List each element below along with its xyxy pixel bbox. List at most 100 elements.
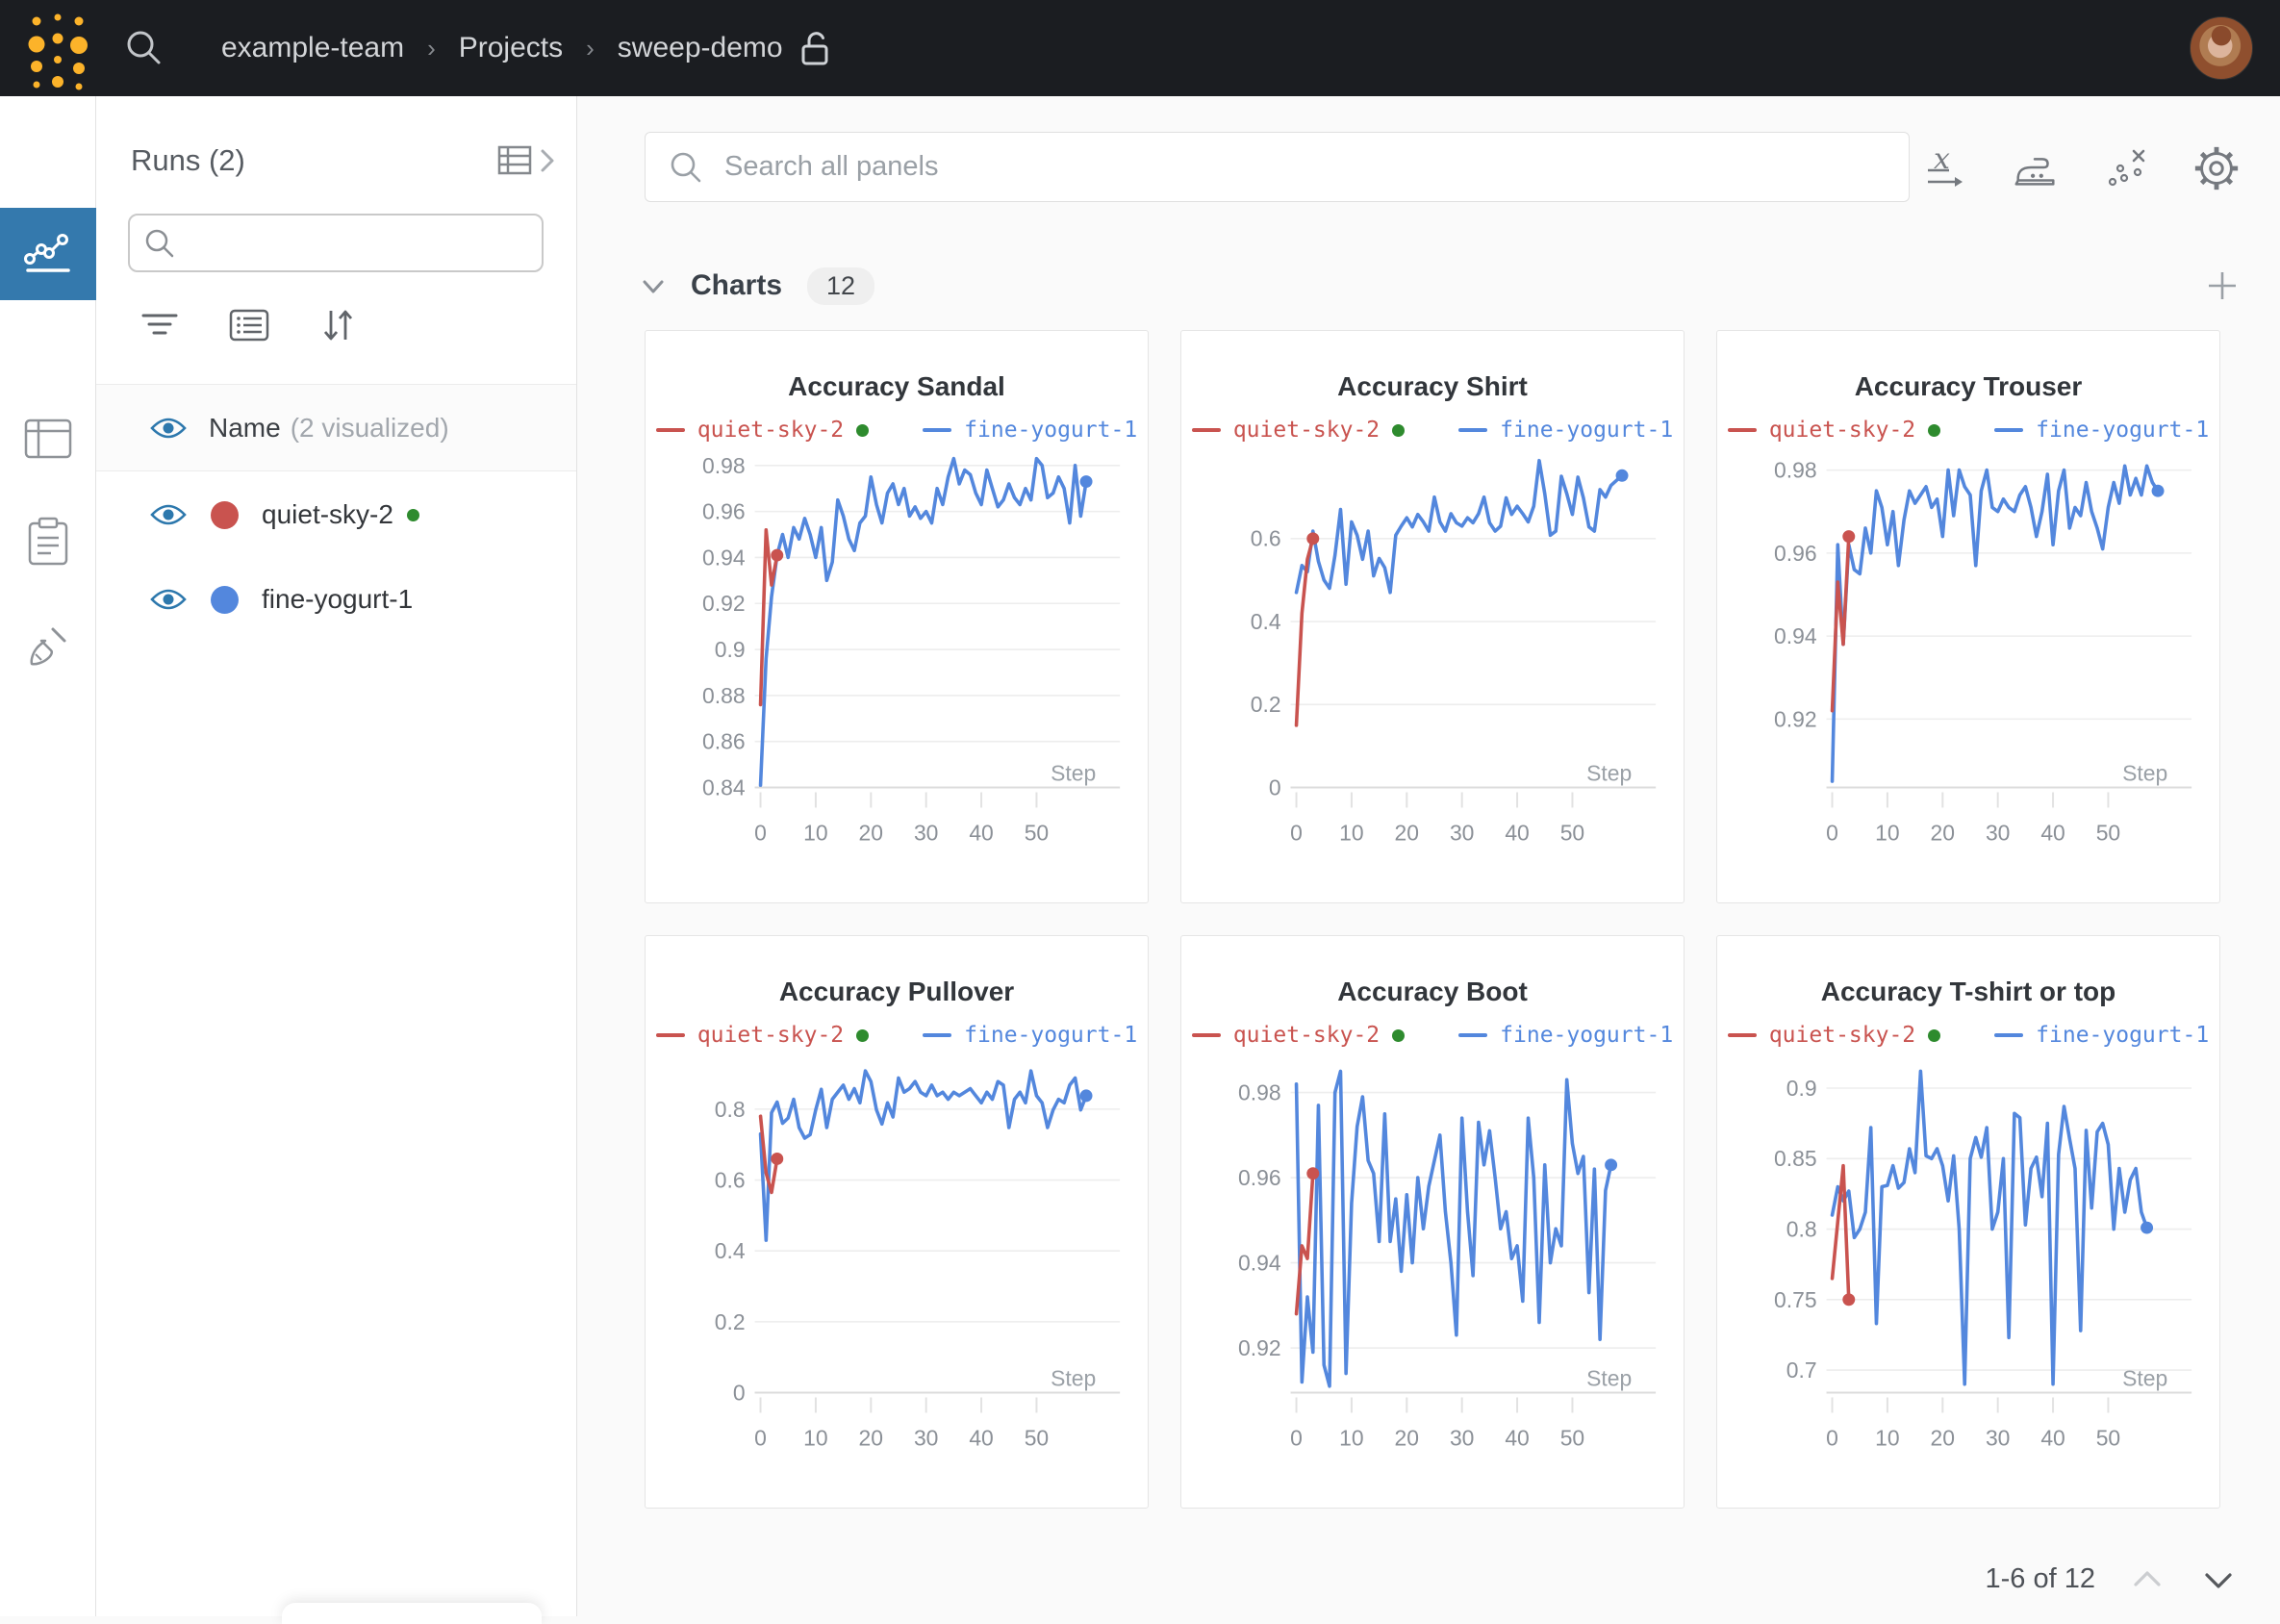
- legend-dash-icon: [656, 1033, 685, 1037]
- series-end-dot-quiet-sky-2: [1306, 1167, 1319, 1180]
- legend-item-quiet-sky-2[interactable]: quiet-sky-2: [656, 1023, 869, 1048]
- nav-table-button[interactable]: [0, 418, 96, 462]
- breadcrumb-projects[interactable]: Projects: [459, 32, 563, 64]
- chart-panel[interactable]: Accuracy Trouser quiet-sky-2fine-yogurt-…: [1716, 330, 2220, 903]
- chart-panel[interactable]: Accuracy Pullover quiet-sky-2 fine-yogurt…: [645, 935, 1149, 1509]
- series-end-dot-fine-yogurt-1: [2141, 1222, 2153, 1234]
- legend-item-quiet-sky-2[interactable]: quiet-sky-2: [656, 418, 869, 443]
- chevron-down-icon: [637, 269, 670, 302]
- series-line-fine-yogurt-1: [1297, 1072, 1611, 1386]
- legend-dash-icon: [1728, 428, 1757, 432]
- unlock-icon[interactable]: [798, 29, 833, 67]
- expand-runs-table-button[interactable]: [495, 140, 557, 181]
- add-panel-button[interactable]: [2203, 266, 2242, 305]
- chevron-right-icon: [538, 144, 557, 177]
- legend-status-dot: [1928, 1029, 1940, 1042]
- x-tick-label: 20: [1931, 820, 1955, 845]
- wandb-logo-icon[interactable]: [0, 0, 96, 96]
- x-tick-label: 40: [969, 820, 993, 845]
- eye-visibility-icon[interactable]: [149, 415, 188, 442]
- group-runs-button[interactable]: [228, 307, 270, 343]
- nav-logs-button[interactable]: [0, 516, 96, 568]
- legend-dash-icon: [923, 1033, 951, 1037]
- panel-search-bar[interactable]: [645, 132, 1910, 202]
- chart-legend: quiet-sky-2 fine-yogurt-1: [1717, 1023, 2219, 1048]
- legend-item-quiet-sky-2[interactable]: quiet-sky-2: [1728, 1023, 1940, 1048]
- chart-plot[interactable]: 0.840.860.880.90.920.940.960.98010203040…: [646, 444, 1148, 898]
- smoothing-button[interactable]: [2011, 143, 2061, 193]
- series-line-fine-yogurt-1: [1833, 466, 2159, 781]
- filter-runs-button[interactable]: [139, 308, 180, 343]
- x-tick-label: 0: [754, 820, 767, 845]
- nav-workspace-button[interactable]: [0, 208, 96, 300]
- series-end-dot-fine-yogurt-1: [2152, 485, 2165, 497]
- eye-visibility-icon[interactable]: [149, 586, 188, 613]
- chart-panel[interactable]: Accuracy Shirt quiet-sky-2fine-yogurt-1 …: [1180, 330, 1685, 903]
- legend-item-fine-yogurt-1[interactable]: fine-yogurt-1: [1458, 418, 1673, 443]
- chart-plot[interactable]: 00.20.40.601020304050Step: [1181, 444, 1684, 898]
- chart-plot[interactable]: 0.920.940.960.9801020304050Step: [1717, 444, 2219, 898]
- series-line-quiet-sky-2: [1833, 537, 1849, 711]
- legend-item-fine-yogurt-1[interactable]: fine-yogurt-1: [1458, 1023, 1673, 1048]
- run-row-fine-yogurt-1[interactable]: fine-yogurt-1: [96, 557, 576, 642]
- chart-title: Accuracy Pullover: [646, 977, 1148, 1007]
- runs-visualized-note: (2 visualized): [291, 413, 449, 444]
- chart-svg: 0.920.940.960.9801020304050Step: [1181, 1050, 1684, 1498]
- sort-runs-button[interactable]: [318, 305, 357, 345]
- panel-search-input[interactable]: [724, 151, 1831, 183]
- x-tick-label: 10: [803, 1425, 827, 1450]
- legend-run-name: fine-yogurt-1: [964, 1023, 1137, 1048]
- run-row-quiet-sky-2[interactable]: quiet-sky-2: [96, 472, 576, 557]
- legend-item-fine-yogurt-1[interactable]: fine-yogurt-1: [923, 418, 1137, 443]
- x-tick-label: 10: [803, 820, 827, 845]
- run-name[interactable]: fine-yogurt-1: [262, 584, 413, 615]
- list-icon: [228, 307, 270, 343]
- chart-panel[interactable]: Accuracy T-shirt or top quiet-sky-2fine-…: [1716, 935, 2220, 1509]
- breadcrumb-team[interactable]: example-team: [221, 32, 404, 64]
- legend-item-quiet-sky-2[interactable]: quiet-sky-2: [1728, 418, 1940, 443]
- y-tick-label: 0.96: [1238, 1165, 1281, 1190]
- series-end-dot-quiet-sky-2: [1842, 530, 1855, 543]
- chart-plot[interactable]: 00.20.40.60.801020304050Step: [646, 1050, 1148, 1503]
- legend-run-name: fine-yogurt-1: [964, 418, 1137, 443]
- runs-search-input[interactable]: [188, 228, 515, 258]
- iron-icon: [2011, 146, 2061, 190]
- next-page-button[interactable]: [2199, 1565, 2238, 1594]
- line-chart-icon: [20, 226, 76, 282]
- x-axis-settings-button[interactable]: x: [1920, 143, 1970, 193]
- run-name[interactable]: quiet-sky-2: [262, 499, 393, 530]
- y-tick-label: 0.96: [1774, 541, 1817, 566]
- legend-run-name: quiet-sky-2: [697, 1023, 844, 1048]
- breadcrumb-project[interactable]: sweep-demo: [618, 32, 783, 64]
- chart-panel[interactable]: Accuracy Boot quiet-sky-2fine-yogurt-1 0…: [1180, 935, 1685, 1509]
- runs-column-name[interactable]: Name: [209, 413, 281, 444]
- chart-plot[interactable]: 0.70.750.80.850.901020304050Step: [1717, 1050, 2219, 1503]
- legend-item-quiet-sky-2[interactable]: quiet-sky-2: [1192, 418, 1405, 443]
- nav-search-icon[interactable]: [123, 27, 165, 69]
- x-tick-label: 30: [1986, 820, 2010, 845]
- legend-run-name: fine-yogurt-1: [2036, 1023, 2209, 1048]
- settings-button[interactable]: [2191, 143, 2242, 193]
- x-tick-label: 10: [1339, 1425, 1363, 1450]
- charts-section-title[interactable]: Charts: [691, 269, 782, 302]
- eye-visibility-icon[interactable]: [149, 501, 188, 528]
- workspace-toolbar: x: [1920, 135, 2242, 202]
- previous-page-button[interactable]: [2128, 1565, 2166, 1594]
- legend-item-quiet-sky-2[interactable]: quiet-sky-2: [1192, 1023, 1405, 1048]
- legend-item-fine-yogurt-1[interactable]: fine-yogurt-1: [1994, 1023, 2209, 1048]
- x-axis-title: Step: [2122, 761, 2167, 786]
- legend-item-fine-yogurt-1[interactable]: fine-yogurt-1: [1994, 418, 2209, 443]
- charts-section-header: Charts 12: [637, 262, 2242, 310]
- legend-item-fine-yogurt-1[interactable]: fine-yogurt-1: [923, 1023, 1137, 1048]
- top-navbar: example-team › Projects › sweep-demo: [0, 0, 2280, 96]
- series-end-dot-fine-yogurt-1: [1080, 1089, 1093, 1102]
- runs-search-box[interactable]: [128, 214, 544, 272]
- chart-plot[interactable]: 0.920.940.960.9801020304050Step: [1181, 1050, 1684, 1503]
- x-axis-icon: x: [1920, 143, 1970, 193]
- chart-panel[interactable]: Accuracy Sandal quiet-sky-2fine-yogurt-1…: [645, 330, 1149, 903]
- x-tick-label: 30: [1450, 820, 1474, 845]
- collapse-section-button[interactable]: [637, 269, 670, 302]
- user-avatar[interactable]: [2190, 16, 2253, 80]
- nav-sweeps-button[interactable]: [0, 622, 96, 673]
- outliers-button[interactable]: [2101, 143, 2151, 193]
